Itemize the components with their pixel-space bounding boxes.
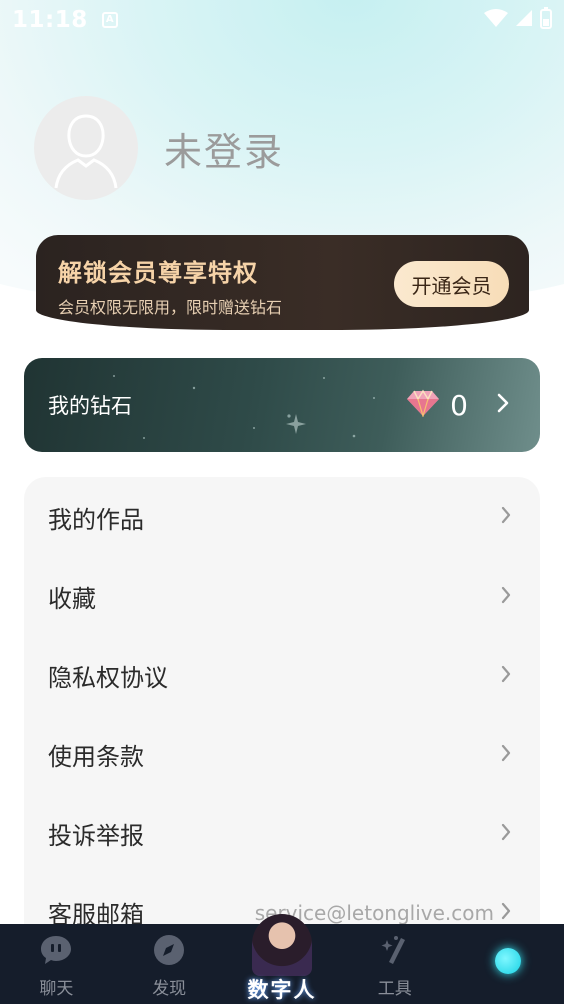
menu-item-label: 隐私权协议 — [48, 664, 168, 692]
avatar[interactable] — [34, 96, 138, 200]
bottom-tab-bar: 聊天 发现 数字人 工具 — [0, 914, 564, 1004]
menu-item-favorites[interactable]: 收藏 — [24, 557, 540, 636]
digital-human-avatar — [251, 914, 312, 976]
my-diamonds-card[interactable]: 我的钻石 0 — [24, 358, 540, 452]
profile-screen: 11:18 A 未登录 解锁会员尊享特权 会员权限无限用，限时赠送钻石 开通会员… — [0, 0, 564, 1004]
signal-icon — [516, 10, 532, 30]
chat-icon — [39, 934, 73, 970]
login-status-text[interactable]: 未登录 — [164, 121, 284, 176]
menu-item-my-works[interactable]: 我的作品 — [24, 477, 540, 557]
open-vip-button[interactable]: 开通会员 — [394, 261, 509, 307]
menu-item-privacy[interactable]: 隐私权协议 — [24, 636, 540, 715]
menu-item-terms[interactable]: 使用条款 — [24, 715, 540, 794]
status-time: 11:18 — [12, 7, 88, 33]
tab-label: 聊天 — [39, 979, 74, 999]
profile-dot-icon — [494, 948, 521, 974]
chevron-right-icon — [500, 505, 512, 529]
tab-label: 工具 — [377, 979, 412, 999]
tab-profile[interactable] — [451, 924, 564, 974]
menu-item-report[interactable]: 投诉举报 — [24, 794, 540, 873]
tab-tools[interactable]: 工具 — [338, 924, 451, 999]
battery-icon — [540, 7, 552, 33]
menu-item-label: 使用条款 — [48, 743, 144, 771]
diamond-count: 0 — [450, 388, 468, 422]
magic-wand-icon — [379, 934, 411, 970]
chevron-right-icon — [496, 392, 510, 418]
diamond-label: 我的钻石 — [48, 394, 132, 418]
chevron-right-icon — [500, 901, 512, 925]
tab-label: 数字人 — [247, 978, 317, 1002]
menu-item-label: 收藏 — [48, 585, 96, 613]
notification-icon: A — [101, 12, 118, 28]
chevron-right-icon — [500, 664, 512, 688]
menu-item-label: 我的作品 — [48, 505, 144, 534]
status-bar: 11:18 A — [0, 0, 564, 40]
compass-icon — [153, 934, 185, 970]
chevron-right-icon — [500, 743, 512, 767]
wifi-icon — [484, 9, 508, 31]
user-silhouette-icon — [54, 114, 118, 189]
tab-discover[interactable]: 发现 — [113, 924, 226, 999]
profile-header[interactable]: 未登录 — [34, 96, 284, 200]
chevron-right-icon — [500, 585, 512, 609]
diamond-icon — [406, 389, 440, 421]
tab-chat[interactable]: 聊天 — [0, 924, 113, 999]
menu-item-label: 投诉举报 — [48, 822, 144, 850]
chevron-right-icon — [500, 822, 512, 846]
tab-label: 发现 — [152, 979, 187, 999]
vip-banner[interactable]: 解锁会员尊享特权 会员权限无限用，限时赠送钻石 开通会员 — [36, 235, 529, 330]
